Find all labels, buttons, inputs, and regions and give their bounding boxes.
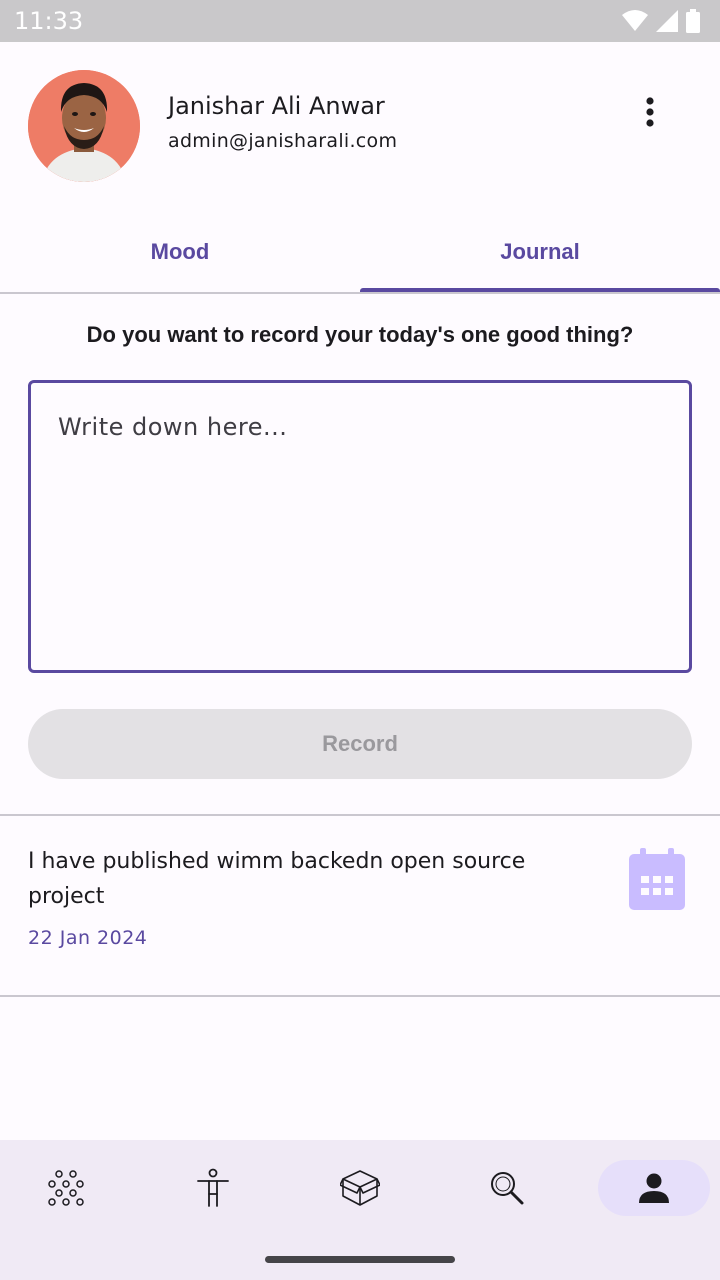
- home-indicator[interactable]: [265, 1256, 455, 1263]
- record-button[interactable]: Record: [28, 709, 692, 779]
- tab-mood[interactable]: Mood: [0, 212, 360, 292]
- search-icon: [491, 1172, 524, 1205]
- user-name: Janishar Ali Anwar: [168, 92, 385, 120]
- user-email: admin@janisharali.com: [168, 130, 398, 152]
- journal-prompt: Do you want to record your today's one g…: [86, 322, 634, 347]
- nav-item-search[interactable]: [451, 1160, 563, 1216]
- profile-icon: [639, 1173, 669, 1203]
- nav-item-explore[interactable]: [10, 1160, 122, 1216]
- avatar[interactable]: [28, 70, 140, 182]
- nav-item-activity[interactable]: [157, 1160, 269, 1216]
- journal-input-container: [28, 380, 692, 673]
- tab-indicator: [360, 288, 720, 292]
- person-standing-icon: [197, 1168, 229, 1207]
- nav-item-box[interactable]: [304, 1160, 416, 1216]
- entry-text: I have published wimm backedn open sourc…: [28, 849, 526, 909]
- signal-icon: [656, 10, 678, 32]
- status-time: 11:33: [14, 7, 84, 35]
- status-icons: [622, 9, 700, 33]
- tab-bar: Mood Journal: [0, 212, 720, 294]
- wifi-icon: [622, 10, 648, 31]
- journal-input[interactable]: [31, 383, 689, 670]
- bottom-nav: [0, 1140, 720, 1280]
- calendar-icon: [629, 848, 685, 910]
- divider: [0, 995, 720, 997]
- dots-cluster-icon: [48, 1170, 84, 1206]
- tab-journal[interactable]: Journal: [360, 212, 720, 292]
- profile-header: Janishar Ali Anwar admin@janisharali.com: [0, 42, 720, 212]
- box-icon: [340, 1170, 380, 1206]
- more-vert-icon: [646, 97, 654, 127]
- battery-icon: [686, 9, 700, 33]
- status-bar: 11:33: [0, 0, 720, 42]
- more-options-button[interactable]: [630, 90, 670, 134]
- list-item[interactable]: I have published wimm backedn open sourc…: [0, 816, 720, 995]
- entry-date: 22 Jan 2024: [28, 927, 148, 949]
- nav-item-profile[interactable]: [598, 1160, 710, 1216]
